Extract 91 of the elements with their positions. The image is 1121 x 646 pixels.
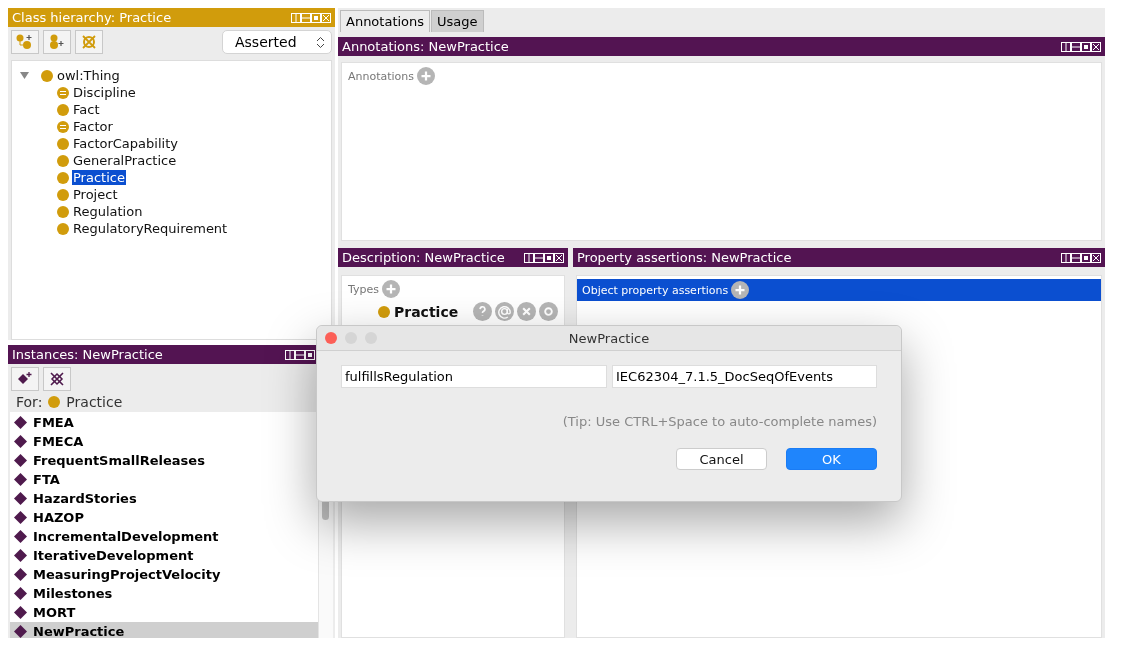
tree-item[interactable]: Fact <box>72 102 101 117</box>
class-icon <box>48 396 61 408</box>
tree-item[interactable]: GeneralPractice <box>72 153 178 168</box>
annotate-button[interactable] <box>495 302 514 321</box>
individual-icon <box>14 511 27 524</box>
add-annotation-button[interactable] <box>417 67 436 85</box>
individual-item[interactable]: MORT <box>10 603 318 622</box>
individual-item[interactable]: IterativeDevelopment <box>10 546 318 565</box>
individual-item[interactable]: MeasuringProjectVelocity <box>10 565 318 584</box>
individual-item[interactable]: FrequentSmallReleases <box>10 451 318 470</box>
section-label: Object property assertions <box>582 283 729 297</box>
individual-item[interactable]: FTA <box>10 470 318 489</box>
class-icon <box>57 188 69 201</box>
up-down-chevron-icon <box>316 35 325 49</box>
tip-text: (Tip: Use CTRL+Space to auto-complete names) <box>562 414 877 429</box>
individual-icon <box>14 549 27 562</box>
panel-controls-icon <box>1061 41 1101 52</box>
class-icon <box>41 69 53 82</box>
panel-title: Property assertions: NewPractice <box>577 250 792 265</box>
individual-item[interactable]: IncrementalDevelopment <box>10 527 318 546</box>
individual-icon <box>14 473 27 486</box>
for-class: Practice <box>66 394 123 410</box>
tree-item[interactable]: Factor <box>72 119 114 134</box>
tree-item[interactable]: Regulation <box>72 204 144 219</box>
individual-icon <box>14 416 27 429</box>
defined-class-icon <box>57 120 69 133</box>
for-label: For: <box>16 394 43 410</box>
add-individual-button[interactable] <box>11 367 39 391</box>
add-sibling-icon <box>48 34 66 50</box>
panel-controls-icon <box>285 349 315 360</box>
delete-button[interactable] <box>517 302 536 321</box>
individual-item[interactable]: FMEA <box>10 413 318 432</box>
panel-title: Annotations: NewPractice <box>342 39 509 54</box>
class-icon <box>378 305 390 318</box>
individual-item[interactable]: HAZOP <box>10 508 318 527</box>
collapse-arrow-icon[interactable] <box>20 71 29 80</box>
cancel-button[interactable]: Cancel <box>676 448 767 470</box>
ok-button[interactable]: OK <box>786 448 877 470</box>
tree-item[interactable]: Project <box>72 187 119 202</box>
add-sibling-button[interactable] <box>43 30 71 54</box>
individual-icon <box>14 454 27 467</box>
individual-item[interactable]: NewPractice <box>10 622 318 638</box>
individual-item[interactable]: HazardStories <box>10 489 318 508</box>
delete-class-button[interactable] <box>75 30 103 54</box>
property-field[interactable]: fulfillsRegulation <box>341 365 607 388</box>
individual-icon <box>14 530 27 543</box>
section-label: Types <box>348 282 379 296</box>
class-icon <box>57 103 69 116</box>
individual-icon <box>14 606 27 619</box>
tab[interactable]: Annotations <box>340 10 431 32</box>
delete-individual-button[interactable] <box>43 367 71 391</box>
tree-item[interactable]: FactorCapability <box>72 136 179 151</box>
class-icon <box>57 137 69 150</box>
class-icon <box>57 222 69 235</box>
tree-item[interactable]: Discipline <box>72 85 137 100</box>
dialog-title: NewPractice <box>568 330 650 346</box>
defined-class-icon <box>57 86 69 99</box>
individual-icon <box>14 492 27 505</box>
tab[interactable]: Usage <box>431 10 484 32</box>
tree-item[interactable]: owl:Thing <box>56 68 121 83</box>
individual-icon <box>14 625 27 638</box>
add-type-button[interactable] <box>382 280 400 298</box>
tree-item[interactable]: Practice <box>72 170 126 185</box>
individual-icon <box>14 435 27 448</box>
add-subclass-icon <box>16 34 34 50</box>
close-button[interactable] <box>325 332 337 344</box>
add-assertion-button[interactable] <box>731 281 750 299</box>
section-label: Annotations <box>348 69 415 83</box>
tree-item[interactable]: RegulatoryRequirement <box>72 221 229 236</box>
panel-title: Description: NewPractice <box>342 250 505 265</box>
individual-icon <box>14 568 27 581</box>
value-field[interactable]: IEC62304_7.1.5_DocSeqOfEvents <box>612 365 877 388</box>
help-button[interactable] <box>473 302 492 321</box>
add-individual-icon <box>17 372 33 386</box>
type-item: Practice <box>393 303 460 320</box>
panel-title: Instances: NewPractice <box>12 347 163 362</box>
panel-controls-icon <box>524 252 564 263</box>
class-icon <box>57 154 69 167</box>
class-icon <box>57 171 69 184</box>
panel-title: Class hierarchy: Practice <box>12 10 172 25</box>
individual-item[interactable]: Milestones <box>10 584 318 603</box>
individual-icon <box>14 587 27 600</box>
class-icon <box>57 205 69 218</box>
individual-item[interactable]: FMECA <box>10 432 318 451</box>
edit-button[interactable] <box>539 302 558 321</box>
panel-controls-icon <box>291 12 331 23</box>
view-mode-select[interactable]: Asserted <box>222 30 332 54</box>
delete-icon <box>49 372 65 386</box>
delete-icon <box>80 34 98 50</box>
add-subclass-button[interactable] <box>11 30 39 54</box>
panel-controls-icon <box>1061 252 1101 263</box>
